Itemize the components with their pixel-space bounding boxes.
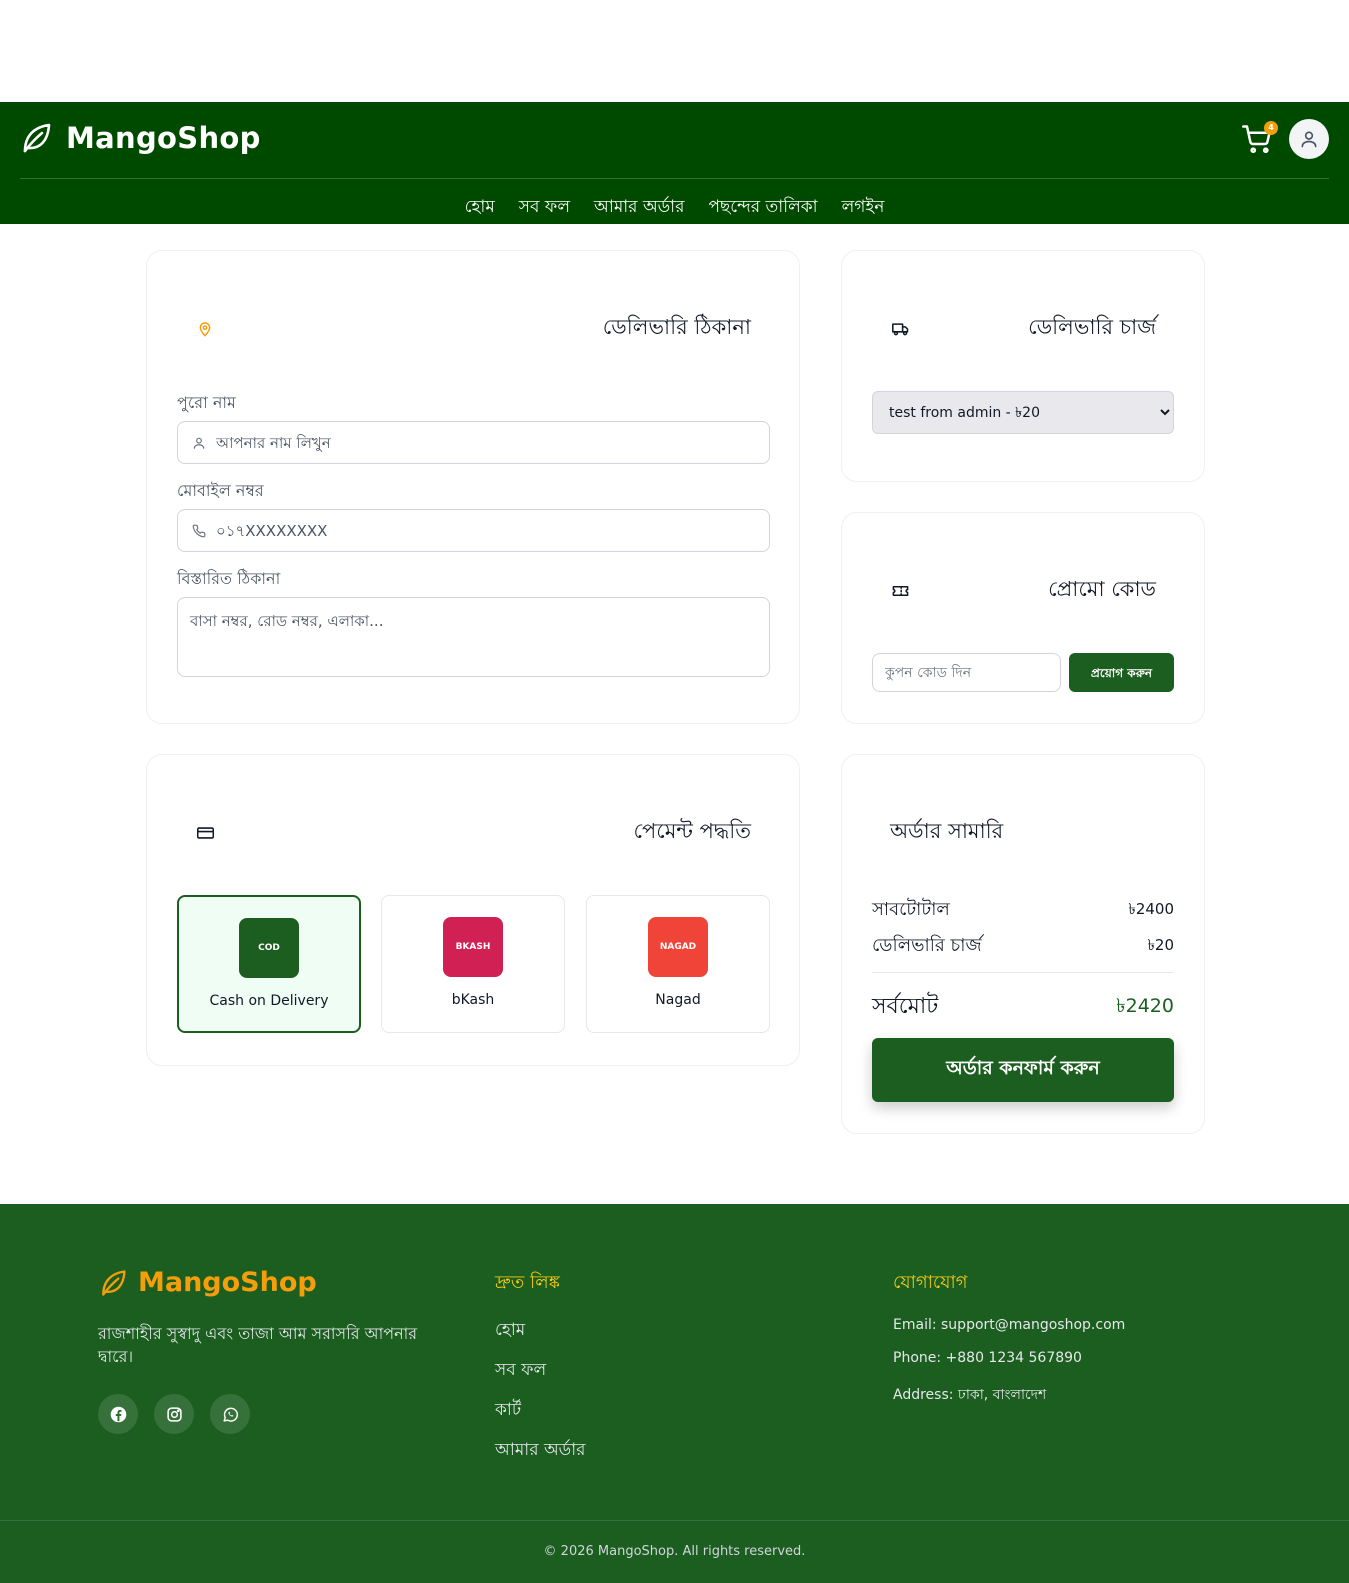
payment-option-name: bKash (451, 992, 495, 1008)
whatsapp-link[interactable] (210, 1394, 250, 1434)
promo-code-card: প্রোমো কোড প্রয়োগ করুন (841, 512, 1205, 724)
delivery-charge-row: ডেলিভারি চার্জ ৳20 (872, 931, 1174, 962)
site-header: MangoShop 4 হোম সব ফল আমার অর্ডার পছন্দে… (0, 102, 1349, 224)
delivery-zone-select[interactable]: test from admin - ৳20 (872, 391, 1174, 434)
quick-links-title: দ্রুত লিঙ্ক (495, 1272, 560, 1293)
footer-link-home[interactable]: হোম (495, 1317, 585, 1345)
social-links (98, 1394, 250, 1434)
footer-link-all-fruits[interactable]: সব ফল (495, 1357, 585, 1385)
nav-home[interactable]: হোম (465, 194, 495, 222)
site-footer: MangoShop রাজশাহীর সুস্বাদু এবং তাজা আম … (0, 1204, 1349, 1583)
total-row: সর্বমোট ৳2420 (872, 989, 1174, 1026)
user-icon (193, 437, 205, 449)
bkash-logo: BKASH (443, 917, 503, 977)
subtotal-label: সাবটোটাল (872, 899, 950, 920)
nav-my-orders[interactable]: আমার অর্ডার (594, 194, 684, 222)
cart-count-badge: 4 (1264, 121, 1278, 135)
order-summary-title: অর্ডার সামারি (890, 819, 1004, 843)
payment-option-name: Nagad (655, 992, 701, 1008)
map-pin-icon (199, 321, 211, 337)
main-nav: হোম সব ফল আমার অর্ডার পছন্দের তালিকা লগই… (0, 194, 1349, 222)
ticket-icon (892, 585, 909, 596)
detail-address-label: বিস্তারিত ঠিকানা (177, 569, 281, 588)
total-label: সর্বমোট (872, 994, 939, 1019)
leaf-icon (102, 1269, 126, 1296)
promo-code-title: প্রোমো কোড (1048, 577, 1156, 601)
subtotal-value: ৳2400 (1128, 900, 1174, 918)
facebook-icon (110, 1406, 126, 1422)
payment-option-bkash[interactable]: BKASH bKash (381, 895, 565, 1033)
contact-email: Email: support@mangoshop.com (893, 1317, 1126, 1333)
delivery-address-title: ডেলিভারি ঠিকানা (602, 315, 751, 339)
order-summary-card: অর্ডার সামারি সাবটোটাল ৳2400 ডেলিভারি চা… (841, 754, 1205, 1134)
subtotal-row: সাবটোটাল ৳2400 (872, 895, 1174, 926)
copyright-text: © 2026 MangoShop. All rights reserved. (543, 1544, 806, 1559)
whatsapp-icon (222, 1407, 238, 1422)
delivery-address-card: ডেলিভারি ঠিকানা পুরো নাম মোবাইল নম্বর বি… (146, 250, 800, 724)
full-name-field[interactable] (177, 421, 770, 464)
brand-logo[interactable]: MangoShop (20, 121, 261, 155)
cart-button[interactable]: 4 (1242, 121, 1278, 154)
full-name-input[interactable] (216, 433, 736, 452)
delivery-charge-value: ৳20 (1147, 936, 1174, 954)
delivery-charge-card: ডেলিভারি চার্জ test from admin - ৳20 (841, 250, 1205, 482)
phone-icon (192, 524, 206, 537)
truck-icon (892, 322, 909, 335)
credit-card-icon (197, 826, 214, 839)
total-value: ৳2420 (1116, 994, 1174, 1017)
quick-links-list: হোম সব ফল কার্ট আমার অর্ডার (495, 1317, 585, 1465)
payment-option-cod[interactable]: COD Cash on Delivery (177, 895, 361, 1033)
summary-divider (872, 972, 1174, 973)
footer-divider (0, 1520, 1349, 1521)
apply-coupon-button[interactable]: প্রয়োগ করুন (1069, 653, 1174, 692)
detail-address-input[interactable] (177, 597, 770, 677)
header-divider (20, 178, 1329, 179)
delivery-charge-label: ডেলিভারি চার্জ (872, 935, 982, 956)
contact-title: যোগাযোগ (893, 1272, 968, 1293)
nav-all-fruits[interactable]: সব ফল (519, 194, 570, 222)
user-icon (1301, 131, 1317, 148)
confirm-order-button[interactable]: অর্ডার কনফার্ম করুন (872, 1038, 1174, 1102)
payment-option-nagad[interactable]: NAGAD Nagad (586, 895, 770, 1033)
coupon-input[interactable] (872, 653, 1061, 692)
footer-brand[interactable]: MangoShop (98, 1267, 317, 1298)
mobile-field[interactable] (177, 509, 770, 552)
instagram-icon (166, 1406, 182, 1422)
nav-login[interactable]: লগইন (842, 194, 885, 222)
nagad-logo: NAGAD (648, 917, 708, 977)
mobile-label: মোবাইল নম্বর (177, 481, 264, 500)
facebook-link[interactable] (98, 1394, 138, 1434)
footer-link-cart[interactable]: কার্ট (495, 1397, 585, 1425)
footer-link-my-orders[interactable]: আমার অর্ডার (495, 1437, 585, 1465)
footer-brand-name: MangoShop (138, 1267, 317, 1298)
payment-method-card: পেমেন্ট পদ্ধতি COD Cash on Delivery BKAS… (146, 754, 800, 1066)
contact-info: Email: support@mangoshop.com Phone: +880… (893, 1317, 1125, 1407)
payment-option-name: Cash on Delivery (209, 993, 329, 1009)
cod-logo: COD (239, 918, 299, 978)
mobile-input[interactable] (216, 521, 736, 540)
footer-description: রাজশাহীর সুস্বাদু এবং তাজা আম সরাসরি আপন… (98, 1324, 418, 1366)
user-avatar-button[interactable] (1289, 119, 1329, 159)
nav-wishlist[interactable]: পছন্দের তালিকা (708, 194, 817, 222)
leaf-icon (23, 123, 51, 153)
contact-address: Address: ঢাকা, বাংলাদেশ (893, 1387, 1047, 1403)
full-name-label: পুরো নাম (177, 393, 236, 412)
delivery-charge-title: ডেলিভারি চার্জ (1028, 315, 1156, 339)
payment-method-title: পেমেন্ট পদ্ধতি (633, 819, 752, 843)
contact-phone: Phone: +880 1234 567890 (893, 1350, 1082, 1366)
instagram-link[interactable] (154, 1394, 194, 1434)
brand-name: MangoShop (66, 121, 261, 155)
